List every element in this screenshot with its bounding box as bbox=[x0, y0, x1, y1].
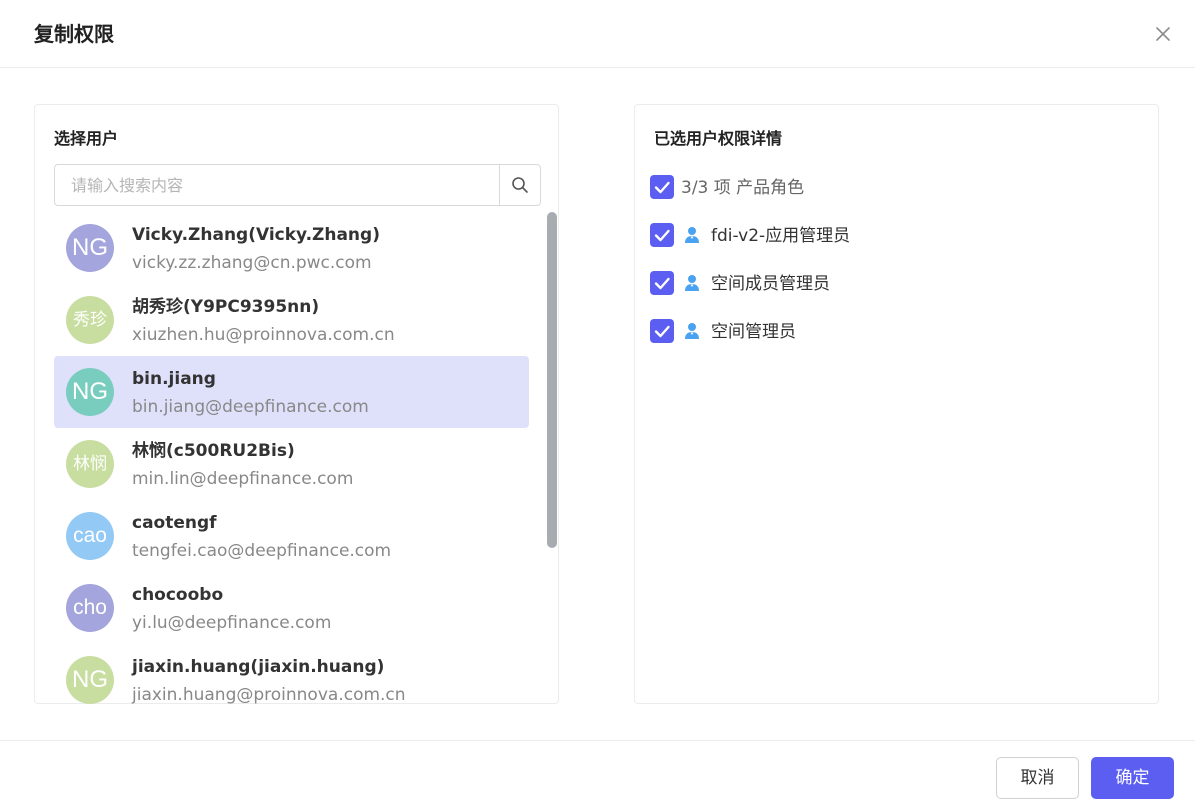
permission-detail-panel: 已选用户权限详情 3/3 项 产品角色 fdi-v2-应用管理员 空间成员管理员… bbox=[634, 104, 1159, 704]
permission-detail-title: 已选用户权限详情 bbox=[654, 129, 783, 148]
user-list-item[interactable]: NG jiaxin.huang(jiaxin.huang) jiaxin.hua… bbox=[54, 644, 529, 704]
dialog-header: 复制权限 bbox=[0, 0, 1195, 68]
user-list-item[interactable]: NG Vicky.Zhang(Vicky.Zhang) vicky.zz.zha… bbox=[54, 212, 529, 284]
check-icon bbox=[654, 181, 670, 194]
select-user-title: 选择用户 bbox=[54, 129, 119, 148]
role-summary-row: 3/3 项 产品角色 bbox=[650, 175, 1130, 201]
avatar: NG bbox=[66, 368, 114, 416]
role-label: fdi-v2-应用管理员 bbox=[711, 226, 851, 246]
search-box bbox=[54, 164, 541, 206]
user-list-item[interactable]: 林悯 林悯(c500RU2Bis) min.lin@deepfinance.co… bbox=[54, 428, 529, 500]
user-role-icon bbox=[685, 227, 699, 243]
avatar: cao bbox=[66, 512, 114, 560]
user-email: yi.lu@deepfinance.com bbox=[132, 613, 332, 633]
role-summary-label: 3/3 项 产品角色 bbox=[681, 178, 805, 198]
user-list-item[interactable]: cho chocoobo yi.lu@deepfinance.com bbox=[54, 572, 529, 644]
role-label: 空间管理员 bbox=[711, 322, 796, 342]
role-checkbox[interactable] bbox=[650, 271, 674, 295]
user-email: jiaxin.huang@proinnova.com.cn bbox=[132, 685, 406, 704]
user-name: bin.jiang bbox=[132, 369, 216, 389]
select-all-checkbox[interactable] bbox=[650, 175, 674, 199]
user-name: 林悯(c500RU2Bis) bbox=[132, 441, 295, 461]
check-icon bbox=[654, 277, 670, 290]
avatar: cho bbox=[66, 584, 114, 632]
close-icon[interactable] bbox=[1150, 21, 1176, 47]
user-list-item[interactable]: NG bin.jiang bin.jiang@deepfinance.com bbox=[54, 356, 529, 428]
confirm-button[interactable]: 确定 bbox=[1091, 757, 1174, 799]
role-row: fdi-v2-应用管理员 bbox=[650, 223, 1130, 249]
check-icon bbox=[654, 229, 670, 242]
user-role-icon bbox=[685, 275, 699, 291]
dialog-footer: 取消 确定 bbox=[0, 740, 1195, 810]
user-name: chocoobo bbox=[132, 585, 224, 605]
role-label: 空间成员管理员 bbox=[711, 274, 830, 294]
user-list-scrollbar[interactable] bbox=[546, 212, 558, 692]
avatar: NG bbox=[66, 224, 114, 272]
user-name: caotengf bbox=[132, 513, 217, 533]
check-icon bbox=[654, 325, 670, 338]
role-row: 空间管理员 bbox=[650, 319, 1130, 345]
user-name: 胡秀珍(Y9PC9395nn) bbox=[132, 297, 320, 317]
user-role-icon bbox=[685, 323, 699, 339]
user-email: min.lin@deepfinance.com bbox=[132, 469, 354, 489]
user-list-item[interactable]: cao caotengf tengfei.cao@deepfinance.com bbox=[54, 500, 529, 572]
scrollbar-thumb[interactable] bbox=[547, 212, 557, 548]
avatar: 林悯 bbox=[66, 440, 114, 488]
dialog-title: 复制权限 bbox=[34, 22, 114, 46]
user-list: NG Vicky.Zhang(Vicky.Zhang) vicky.zz.zha… bbox=[54, 212, 529, 704]
user-email: xiuzhen.hu@proinnova.com.cn bbox=[132, 325, 395, 345]
search-icon bbox=[512, 177, 528, 193]
user-email: tengfei.cao@deepfinance.com bbox=[132, 541, 392, 561]
search-input[interactable] bbox=[55, 165, 499, 205]
user-email: bin.jiang@deepfinance.com bbox=[132, 397, 369, 417]
cancel-button[interactable]: 取消 bbox=[996, 757, 1079, 799]
user-name: Vicky.Zhang(Vicky.Zhang) bbox=[132, 225, 380, 245]
role-checkbox[interactable] bbox=[650, 319, 674, 343]
avatar: 秀珍 bbox=[66, 296, 114, 344]
role-checkbox[interactable] bbox=[650, 223, 674, 247]
search-button[interactable] bbox=[499, 165, 540, 205]
avatar: NG bbox=[66, 656, 114, 704]
select-user-panel: 选择用户 NG Vicky.Zhang(Vicky.Zhang) vicky.z… bbox=[34, 104, 559, 704]
user-list-item[interactable]: 秀珍 胡秀珍(Y9PC9395nn) xiuzhen.hu@proinnova.… bbox=[54, 284, 529, 356]
role-row: 空间成员管理员 bbox=[650, 271, 1130, 297]
copy-permission-dialog: 复制权限 选择用户 NG Vicky.Zhang(Vicky.Zhang) vi… bbox=[0, 0, 1195, 810]
user-name: jiaxin.huang(jiaxin.huang) bbox=[132, 657, 385, 677]
user-email: vicky.zz.zhang@cn.pwc.com bbox=[132, 253, 372, 273]
